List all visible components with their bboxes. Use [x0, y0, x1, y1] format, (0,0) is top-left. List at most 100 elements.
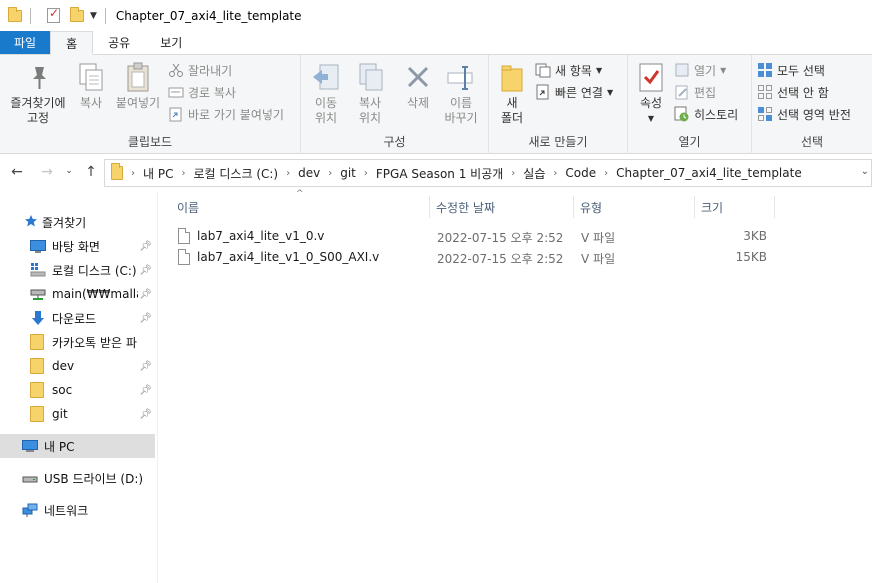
breadcrumb-this-pc[interactable]: 내 PC: [143, 165, 173, 182]
sidebar-item-usb[interactable]: USB 드라이브 (D:): [0, 466, 155, 490]
copy-path-button[interactable]: 경로 복사: [168, 82, 236, 102]
chevron-right-icon[interactable]: ›: [364, 168, 368, 179]
history-icon: [674, 106, 690, 122]
file-row[interactable]: lab7_axi4_lite_v1_0_S00_AXI.v 2022-07-15…: [171, 247, 871, 268]
cut-label: 잘라내기: [188, 63, 233, 78]
new-item-button[interactable]: 새 항목 ▼: [535, 60, 602, 80]
tab-share[interactable]: 공유: [93, 31, 145, 54]
customize-toolbar-chevron-icon[interactable]: ▼: [90, 11, 97, 21]
new-folder-button[interactable]: 새 폴더: [495, 61, 529, 126]
paste-icon: [122, 61, 154, 93]
properties-icon[interactable]: [47, 6, 60, 23]
open-button[interactable]: 열기 ▼: [674, 60, 726, 80]
sidebar-item-dev[interactable]: dev 📌︎: [0, 354, 155, 378]
file-row[interactable]: lab7_axi4_lite_v1_0.v 2022-07-15 오후 2:52…: [171, 226, 871, 247]
sidebar-item-label: main(₩₩mallaer: [52, 287, 138, 301]
cut-button[interactable]: 잘라내기: [168, 60, 232, 80]
column-header-size[interactable]: 크기: [695, 196, 774, 218]
delete-x-icon: [402, 61, 434, 93]
properties-button[interactable]: 속성 ▼: [634, 61, 668, 126]
tab-view[interactable]: 보기: [145, 31, 197, 54]
computer-icon: [22, 438, 38, 454]
breadcrumb-current[interactable]: Chapter_07_axi4_lite_template: [616, 166, 802, 180]
delete-button[interactable]: 삭제: [401, 61, 435, 111]
rename-label-line1: 이름: [449, 96, 473, 110]
column-header-name[interactable]: 이름: [171, 196, 429, 218]
breadcrumb-code[interactable]: Code: [565, 166, 596, 180]
pin-icon[interactable]: 📌︎: [139, 289, 152, 300]
move-to-button[interactable]: 이동 위치: [307, 61, 345, 126]
pin-icon[interactable]: 📌︎: [139, 241, 152, 252]
sidebar-item-label: 로컬 디스크 (C:): [52, 263, 137, 278]
sidebar-item-desktop[interactable]: 바탕 화면 📌︎: [0, 234, 155, 258]
sidebar-item-git[interactable]: git 📌︎: [0, 402, 155, 426]
address-bar[interactable]: › 내 PC › 로컬 디스크 (C:) › dev › git › FPGA …: [104, 159, 872, 187]
tab-home[interactable]: 홈: [50, 31, 94, 55]
sidebar-item-network[interactable]: 네트워크: [0, 498, 155, 522]
recent-locations-chevron-icon[interactable]: ⌄: [62, 166, 76, 176]
chevron-right-icon[interactable]: ›: [553, 168, 557, 179]
edit-icon: [674, 84, 690, 100]
pin-icon[interactable]: 📌︎: [139, 313, 152, 324]
chevron-right-icon[interactable]: ›: [511, 168, 515, 179]
pin-to-quick-access-button[interactable]: 즐겨찾기에 고정: [4, 61, 72, 126]
navigation-pane: 즐겨찾기 바탕 화면 📌︎ 로컬 디스크 (C:) 📌︎ main(₩₩mall…: [0, 192, 158, 583]
breadcrumb-git[interactable]: git: [340, 166, 356, 180]
back-arrow-icon[interactable]: ←: [6, 164, 28, 180]
column-header-label: 이름: [177, 200, 200, 215]
title-bar: ▼ Chapter_07_axi4_lite_template: [0, 0, 872, 31]
pin-icon[interactable]: 📌︎: [139, 265, 152, 276]
sidebar-item-label: 바탕 화면: [52, 239, 100, 254]
sidebar-item-label: dev: [52, 359, 75, 373]
breadcrumb-practice[interactable]: 실습: [523, 165, 545, 182]
sidebar-item-local-disk[interactable]: 로컬 디스크 (C:) 📌︎: [0, 258, 155, 282]
address-history-chevron-icon[interactable]: ⌄: [861, 166, 869, 177]
new-folder-icon: [496, 61, 528, 93]
copy-button[interactable]: 복사: [74, 61, 108, 111]
sidebar-item-kakaotalk[interactable]: 카카오톡 받은 파: [0, 330, 155, 354]
breadcrumb-local-disk[interactable]: 로컬 디스크 (C:): [193, 165, 278, 182]
up-arrow-icon[interactable]: ↑: [80, 164, 102, 180]
new-folder-icon[interactable]: [70, 6, 84, 22]
forward-arrow-icon[interactable]: →: [36, 164, 58, 180]
pin-icon[interactable]: 📌︎: [139, 385, 152, 396]
edit-button[interactable]: 편집: [674, 82, 716, 102]
divider: [104, 7, 106, 24]
chevron-right-icon[interactable]: ›: [286, 168, 290, 179]
sidebar-item-network-drive[interactable]: main(₩₩mallaer 📌︎: [0, 282, 155, 306]
select-none-button[interactable]: 선택 안 함: [757, 82, 829, 102]
sidebar-item-this-pc[interactable]: 내 PC: [0, 434, 155, 458]
breadcrumb-dev[interactable]: dev: [298, 166, 320, 180]
column-header-modified[interactable]: 수정한 날짜: [430, 196, 573, 218]
paste-button[interactable]: 붙여넣기: [112, 61, 164, 111]
chevron-right-icon[interactable]: ›: [604, 168, 608, 179]
invert-selection-button[interactable]: 선택 영역 반전: [757, 104, 851, 124]
sidebar-item-soc[interactable]: soc 📌︎: [0, 378, 155, 402]
breadcrumb-fpga-season[interactable]: FPGA Season 1 비공개: [376, 165, 503, 182]
select-all-button[interactable]: 모두 선택: [757, 60, 825, 80]
paste-shortcut-icon: [168, 106, 184, 122]
column-header-label: 수정한 날짜: [436, 200, 496, 215]
tab-file[interactable]: 파일: [0, 31, 51, 54]
folder-icon: [30, 406, 46, 422]
copy-label: 복사: [79, 96, 103, 110]
history-button[interactable]: 히스토리: [674, 104, 738, 124]
column-header-type[interactable]: 유형: [574, 196, 694, 218]
sidebar-item-quick-access[interactable]: 즐겨찾기: [0, 210, 155, 234]
pin-icon[interactable]: 📌︎: [139, 361, 152, 372]
easy-access-button[interactable]: 빠른 연결 ▼: [535, 82, 613, 102]
sidebar-item-downloads[interactable]: 다운로드 📌︎: [0, 306, 155, 330]
rename-button[interactable]: 이름 바꾸기: [441, 61, 481, 126]
copy-to-button[interactable]: 복사 위치: [351, 61, 389, 126]
move-to-label-line2: 위치: [314, 111, 338, 125]
copy-to-icon: [354, 61, 386, 93]
chevron-right-icon[interactable]: ›: [181, 168, 185, 179]
dropdown-arrow-icon: ▼: [595, 65, 603, 75]
paste-shortcut-button[interactable]: 바로 가기 붙여넣기: [168, 104, 284, 124]
chevron-right-icon[interactable]: ›: [131, 168, 135, 179]
column-divider[interactable]: [774, 196, 775, 218]
chevron-right-icon[interactable]: ›: [328, 168, 332, 179]
open-group: 속성 ▼ 열기 ▼ 편집 히스토리 열기: [628, 55, 752, 154]
pin-icon[interactable]: 📌︎: [139, 409, 152, 420]
column-header-label: 크기: [701, 200, 724, 215]
